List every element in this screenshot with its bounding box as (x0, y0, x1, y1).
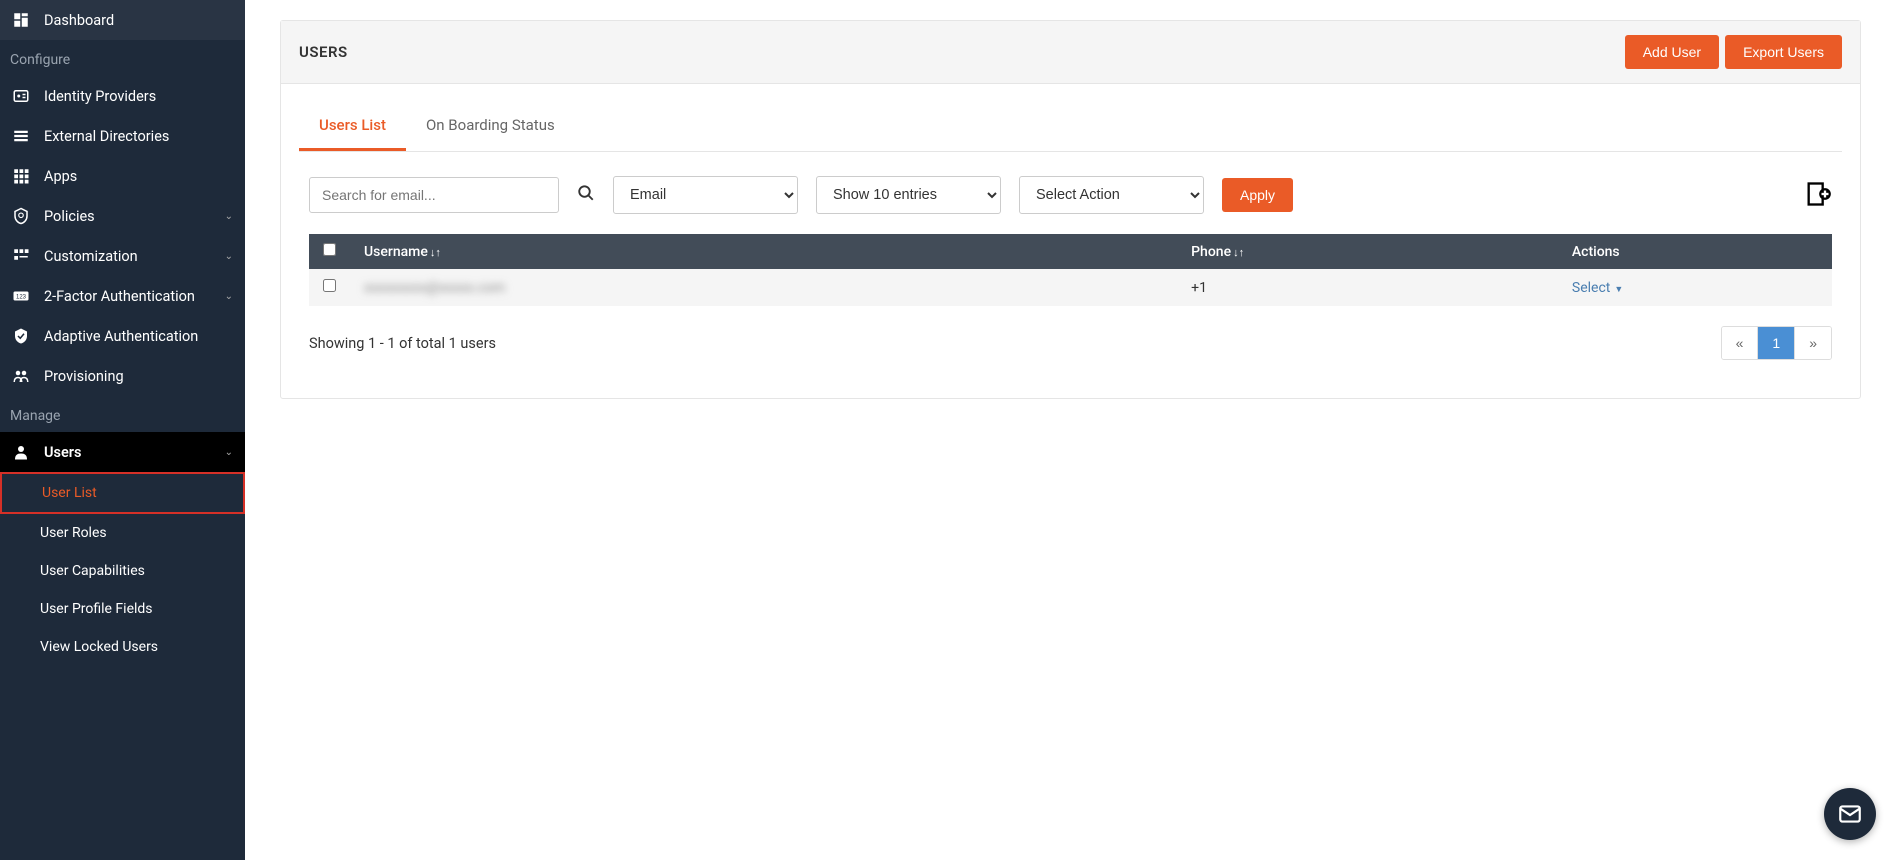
sidebar-item-policies[interactable]: Policies ⌄ (0, 196, 245, 236)
sidebar-item-customization[interactable]: Customization ⌄ (0, 236, 245, 276)
table-wrap: Username↓↑ Phone↓↑ Actions (299, 234, 1842, 306)
search-input[interactable] (309, 177, 559, 213)
chevron-down-icon: ⌄ (225, 251, 233, 262)
svg-text:123: 123 (16, 294, 27, 300)
provisioning-icon (12, 367, 30, 385)
header-username[interactable]: Username↓↑ (350, 234, 1177, 269)
dashboard-icon (12, 11, 30, 29)
nav-label: 2-Factor Authentication (44, 288, 211, 305)
nav-label: External Directories (44, 128, 233, 145)
sidebar-item-2fa[interactable]: 123 2-Factor Authentication ⌄ (0, 276, 245, 316)
nav-label: Adaptive Authentication (44, 328, 233, 345)
chevron-down-icon: ⌄ (225, 447, 233, 458)
page-1[interactable]: 1 (1758, 327, 1795, 359)
action-select[interactable]: Select Action (1019, 176, 1204, 214)
add-user-button[interactable]: Add User (1625, 35, 1719, 69)
showing-text: Showing 1 - 1 of total 1 users (309, 335, 496, 352)
verified-icon (12, 327, 30, 345)
panel-header: USERS Add User Export Users (281, 21, 1860, 84)
pagination: « 1 » (1721, 326, 1832, 360)
caret-down-icon: ▼ (1614, 285, 1623, 295)
sidebar-subitem-user-capabilities[interactable]: User Capabilities (0, 552, 245, 590)
sidebar-item-dashboard[interactable]: Dashboard (0, 0, 245, 40)
sidebar-item-apps[interactable]: Apps (0, 156, 245, 196)
shield-icon (12, 207, 30, 225)
add-column-button[interactable] (1804, 180, 1832, 211)
table-row: xxxxxxxxx@xxxxx.com +1 Select▼ (309, 269, 1832, 306)
mail-icon (1837, 801, 1863, 827)
users-panel: USERS Add User Export Users Users List O… (280, 20, 1861, 399)
apps-icon (12, 167, 30, 185)
nav-label: Users (44, 444, 211, 461)
row-checkbox[interactable] (323, 279, 336, 292)
header-checkbox-cell (309, 234, 350, 269)
search-icon (577, 184, 595, 202)
sidebar-subitem-view-locked-users[interactable]: View Locked Users (0, 628, 245, 666)
page-next[interactable]: » (1795, 327, 1831, 359)
sidebar-item-external-directories[interactable]: External Directories (0, 116, 245, 156)
page-prev[interactable]: « (1722, 327, 1759, 359)
sidebar-subitem-user-profile-fields[interactable]: User Profile Fields (0, 590, 245, 628)
tabs: Users List On Boarding Status (299, 102, 1842, 152)
header-phone[interactable]: Phone↓↑ (1177, 234, 1558, 269)
sort-icon: ↓↑ (1233, 246, 1244, 259)
nav-label: User Roles (40, 525, 107, 541)
tab-onboarding-status[interactable]: On Boarding Status (406, 102, 575, 151)
sidebar-subitem-user-roles[interactable]: User Roles (0, 514, 245, 552)
nav-label: Apps (44, 168, 233, 185)
header-actions: Actions (1558, 234, 1832, 269)
search-button[interactable] (577, 184, 595, 207)
nav-label: User List (42, 485, 97, 501)
sidebar-item-identity-providers[interactable]: Identity Providers (0, 76, 245, 116)
row-action-select[interactable]: Select▼ (1572, 280, 1623, 296)
nav-label: User Profile Fields (40, 601, 153, 617)
sidebar-item-provisioning[interactable]: Provisioning (0, 356, 245, 396)
chat-fab[interactable] (1824, 788, 1876, 840)
email-filter-select[interactable]: Email (613, 176, 798, 214)
export-users-button[interactable]: Export Users (1725, 35, 1842, 69)
panel-title: USERS (299, 43, 348, 61)
table-footer: Showing 1 - 1 of total 1 users « 1 » (299, 306, 1842, 380)
badge-icon (12, 87, 30, 105)
entries-select[interactable]: Show 10 entries (816, 176, 1001, 214)
header-actions: Add User Export Users (1625, 35, 1842, 69)
sidebar-item-adaptive-auth[interactable]: Adaptive Authentication (0, 316, 245, 356)
nav-label: Identity Providers (44, 88, 233, 105)
nav-section-manage: Manage (0, 396, 245, 432)
tune-icon (12, 247, 30, 265)
chevron-down-icon: ⌄ (225, 211, 233, 222)
username-cell: xxxxxxxxx@xxxxx.com (364, 280, 505, 296)
select-all-checkbox[interactable] (323, 243, 336, 256)
sort-icon: ↓↑ (430, 246, 441, 259)
panel-body: Users List On Boarding Status Email Show… (281, 84, 1860, 398)
twofa-icon: 123 (12, 287, 30, 305)
sidebar-subitem-user-list[interactable]: User List (0, 472, 245, 514)
list-icon (12, 127, 30, 145)
main-content: USERS Add User Export Users Users List O… (245, 0, 1896, 860)
sidebar: Dashboard Configure Identity Providers E… (0, 0, 245, 860)
filters-row: Email Show 10 entries Select Action Appl… (299, 152, 1842, 234)
apply-button[interactable]: Apply (1222, 178, 1293, 212)
users-table: Username↓↑ Phone↓↑ Actions (309, 234, 1832, 306)
nav-label: User Capabilities (40, 563, 145, 579)
nav-section-configure: Configure (0, 40, 245, 76)
chevron-down-icon: ⌄ (225, 291, 233, 302)
person-icon (12, 443, 30, 461)
sidebar-item-users[interactable]: Users ⌄ (0, 432, 245, 472)
nav-label: View Locked Users (40, 639, 158, 655)
tab-users-list[interactable]: Users List (299, 102, 406, 151)
nav-label: Customization (44, 248, 211, 265)
phone-cell: +1 (1177, 269, 1558, 306)
nav-label: Policies (44, 208, 211, 225)
add-column-icon (1804, 180, 1832, 208)
nav-label: Provisioning (44, 368, 233, 385)
nav-label: Dashboard (44, 12, 233, 29)
